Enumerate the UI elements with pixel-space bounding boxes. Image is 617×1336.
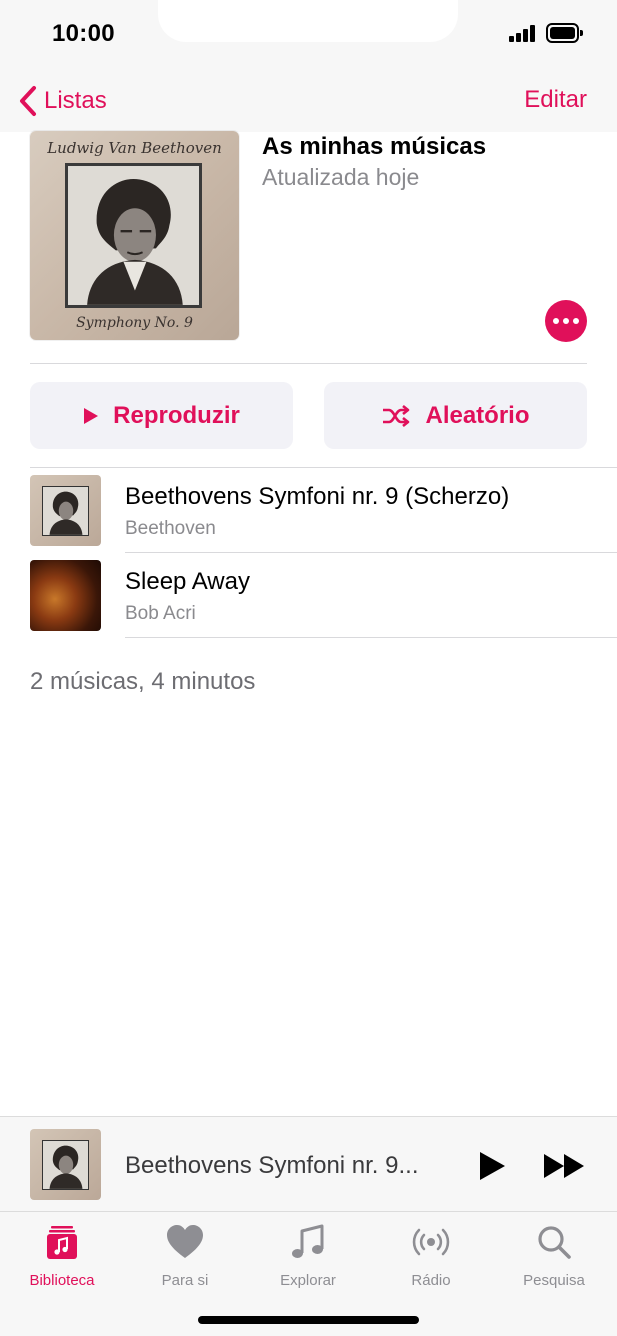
track-title: Sleep Away [125, 568, 250, 595]
track-title: Beethovens Symfoni nr. 9 (Scherzo) [125, 483, 510, 510]
tab-label: Explorar [280, 1272, 336, 1289]
tab-para-si[interactable]: Para si [130, 1222, 240, 1292]
status-bar: 10:00 [0, 0, 617, 66]
track-separator [125, 637, 617, 638]
more-options-button[interactable] [545, 300, 587, 342]
playlist-title: As minhas músicas [262, 133, 487, 160]
shuffle-icon [383, 404, 410, 427]
track-artist: Bob Acri [125, 603, 196, 624]
playlist-summary: 2 músicas, 4 minutos [30, 668, 256, 695]
playlist-header: Ludwig Van Beethoven Symphony No. 9 As m… [30, 131, 587, 364]
back-button[interactable]: Listas [18, 84, 107, 118]
tab-radio[interactable]: Rádio [376, 1222, 486, 1292]
play-icon [84, 407, 99, 424]
ellipsis-icon [553, 318, 559, 324]
library-icon [47, 1226, 77, 1259]
navigation-bar: Listas Editar [0, 66, 617, 132]
track-row[interactable]: Sleep Away Bob Acri [0, 553, 617, 638]
artwork-bottom-text: Symphony No. 9 [76, 315, 193, 331]
now-playing-title: Beethovens Symfoni nr. 9... [125, 1152, 419, 1179]
back-button-label: Listas [44, 87, 107, 114]
chevron-left-icon [20, 86, 36, 116]
status-time: 10:00 [52, 20, 115, 47]
mini-player[interactable]: Beethovens Symfoni nr. 9... [0, 1116, 617, 1212]
tab-explorar[interactable]: Explorar [253, 1222, 363, 1292]
playlist-artwork: Ludwig Van Beethoven Symphony No. 9 [30, 131, 239, 340]
play-icon[interactable] [478, 1151, 506, 1181]
shuffle-button-label: Aleatório [425, 401, 530, 429]
tab-pesquisa[interactable]: Pesquisa [499, 1222, 609, 1292]
artwork-portrait [65, 163, 202, 308]
heart-icon [167, 1225, 203, 1258]
tab-label: Rádio [411, 1272, 451, 1289]
music-note-icon [292, 1224, 324, 1258]
search-icon [538, 1226, 571, 1259]
battery-icon [546, 23, 583, 43]
tab-biblioteca[interactable]: Biblioteca [7, 1222, 117, 1292]
track-artwork [30, 475, 101, 546]
home-indicator [198, 1316, 419, 1324]
tab-label: Biblioteca [29, 1272, 95, 1289]
edit-button[interactable]: Editar [524, 86, 587, 114]
track-artist: Beethoven [125, 518, 216, 539]
shuffle-button[interactable]: Aleatório [324, 382, 587, 449]
artwork-top-text: Ludwig Van Beethoven [47, 139, 222, 157]
tab-label: Para si [161, 1272, 209, 1289]
signal-icon [509, 24, 537, 42]
play-button[interactable]: Reproduzir [30, 382, 293, 449]
now-playing-artwork [30, 1129, 101, 1200]
header-divider [30, 363, 587, 364]
play-button-label: Reproduzir [113, 401, 240, 429]
track-row[interactable]: Beethovens Symfoni nr. 9 (Scherzo) Beeth… [0, 468, 617, 553]
playlist-subtitle: Atualizada hoje [262, 164, 420, 190]
notch [158, 0, 458, 42]
track-artwork [30, 560, 101, 631]
fast-forward-icon[interactable] [543, 1153, 585, 1179]
radio-icon [412, 1228, 450, 1256]
tab-label: Pesquisa [523, 1272, 585, 1289]
